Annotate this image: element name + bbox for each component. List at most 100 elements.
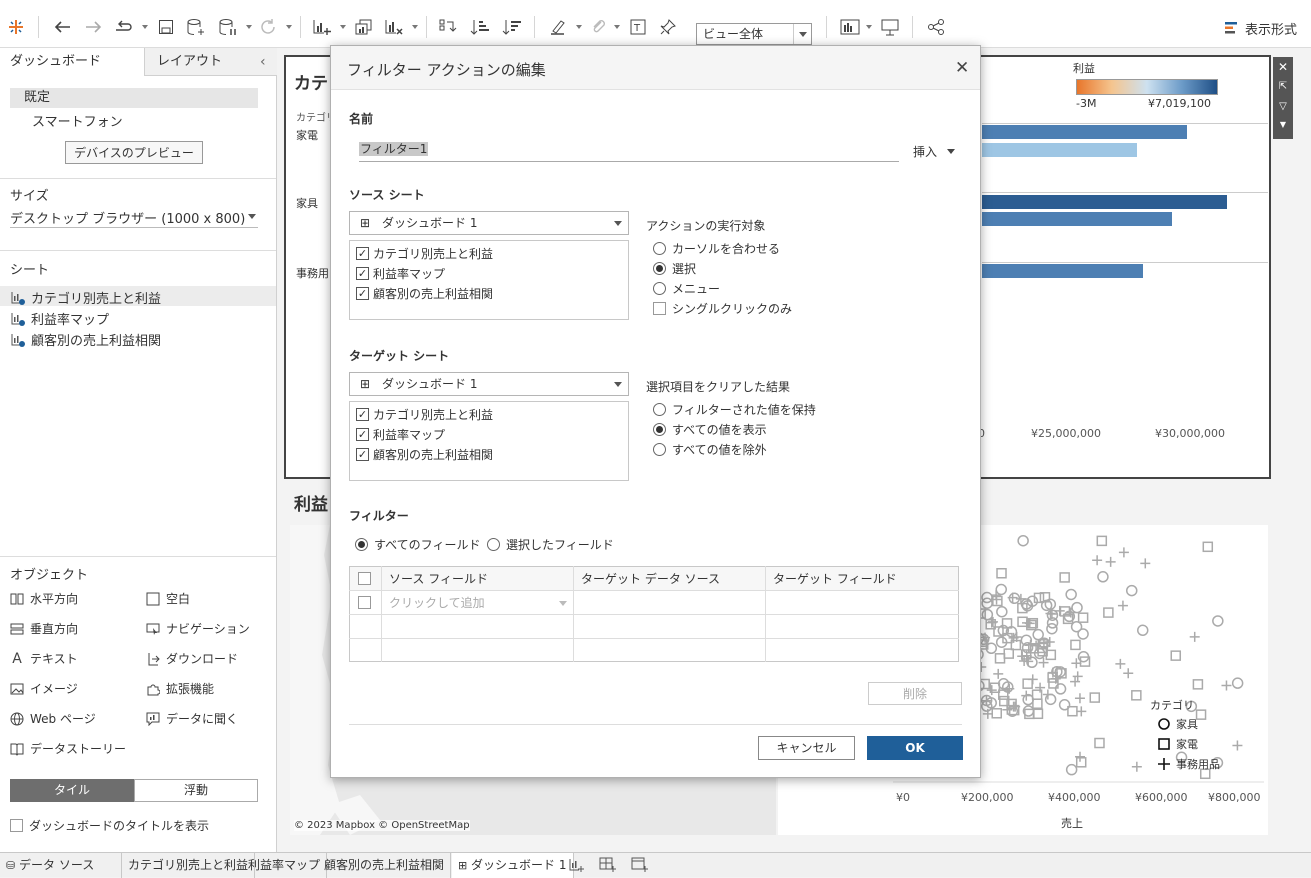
scatter-point-plus[interactable] xyxy=(1117,600,1128,611)
tile-button[interactable]: タイル xyxy=(10,779,134,802)
scatter-point-circle[interactable] xyxy=(1058,699,1071,711)
checkbox[interactable] xyxy=(653,302,666,315)
scatter-point-plus[interactable] xyxy=(1118,547,1129,558)
scatter-point-square[interactable] xyxy=(991,708,1002,719)
source-sheet-select[interactable]: ⊞ ダッシュボード 1 xyxy=(349,211,629,235)
scatter-point-square[interactable] xyxy=(1032,708,1044,720)
cancel-button[interactable]: キャンセル xyxy=(758,736,855,760)
fit-view-select[interactable]: ビュー全体 xyxy=(696,23,812,45)
new-dashboard-tab-icon[interactable] xyxy=(599,857,617,873)
scatter-point-plus[interactable] xyxy=(1035,682,1046,693)
target-sheet-item[interactable]: ✓ カテゴリ別売上と利益 xyxy=(356,406,493,423)
object-ask-data[interactable]: データに聞く xyxy=(146,710,238,727)
new-worksheet-icon[interactable] xyxy=(310,15,334,39)
presentation-mode-icon[interactable] xyxy=(878,15,902,39)
scatter-point-plus[interactable] xyxy=(1189,631,1200,642)
sheet-item[interactable]: 顧客別の売上利益相関 xyxy=(10,330,161,349)
checkbox-checked[interactable]: ✓ xyxy=(356,247,369,260)
scatter-point-plus[interactable] xyxy=(1092,555,1103,566)
show-mark-labels-icon[interactable]: T xyxy=(626,15,650,39)
new-worksheet-tab-icon[interactable] xyxy=(568,857,586,873)
checkbox[interactable] xyxy=(10,819,23,832)
scatter-point-circle[interactable] xyxy=(981,608,994,621)
scatter-point-circle[interactable] xyxy=(1065,588,1077,601)
scatter-point-square[interactable] xyxy=(1192,679,1204,690)
sheet-item[interactable]: カテゴリ別売上と利益 xyxy=(10,288,161,307)
tab-dashboard[interactable]: ダッシュボード xyxy=(0,48,144,76)
radio-selected[interactable] xyxy=(653,423,666,436)
close-icon[interactable]: ✕ xyxy=(1273,57,1293,77)
sort-descending-icon[interactable] xyxy=(500,15,524,39)
checkbox[interactable] xyxy=(358,596,371,609)
scatter-point-square[interactable] xyxy=(1096,535,1108,547)
object-extension[interactable]: 拡張機能 xyxy=(146,680,214,697)
bar[interactable] xyxy=(982,212,1172,226)
object-horizontal[interactable]: 水平方向 xyxy=(10,590,78,607)
object-data-story[interactable]: データストーリー xyxy=(10,740,126,757)
bar[interactable] xyxy=(982,143,1137,157)
scatter-point-plus[interactable] xyxy=(1115,658,1126,669)
scatter-point-circle[interactable] xyxy=(1071,601,1083,614)
checkbox-checked[interactable]: ✓ xyxy=(356,448,369,461)
scatter-point-plus[interactable] xyxy=(993,668,1004,679)
source-sheet-item[interactable]: ✓ 利益率マップ xyxy=(356,265,445,282)
run-on-hover[interactable]: カーソルを合わせる xyxy=(653,240,780,257)
delete-button[interactable]: 削除 xyxy=(868,682,962,705)
checkbox-checked[interactable]: ✓ xyxy=(356,267,369,280)
collapse-pane-icon[interactable]: ‹ xyxy=(260,54,266,70)
scatter-point-square[interactable] xyxy=(994,653,1006,664)
scatter-point-square[interactable] xyxy=(992,595,1003,607)
device-default[interactable]: 既定 xyxy=(10,88,258,108)
scatter-point-square[interactable] xyxy=(1089,692,1101,703)
save-icon[interactable] xyxy=(154,15,178,39)
checkbox-checked[interactable]: ✓ xyxy=(356,287,369,300)
scatter-point-plus[interactable] xyxy=(1027,674,1038,685)
filter-all-fields[interactable]: すべてのフィールド xyxy=(355,536,480,553)
redo-icon[interactable] xyxy=(82,15,106,39)
tab-sheet[interactable]: カテゴリ別売上と利益 xyxy=(122,853,256,878)
radio-selected[interactable] xyxy=(653,262,666,275)
tab-layout[interactable]: レイアウト xyxy=(144,48,277,76)
scatter-point-square[interactable] xyxy=(1017,616,1028,628)
target-sheet-item[interactable]: ✓ 利益率マップ xyxy=(356,426,445,443)
show-cards-icon[interactable] xyxy=(838,15,862,39)
scatter-point-plus[interactable] xyxy=(1221,680,1232,691)
scatter-point-square[interactable] xyxy=(1022,678,1033,689)
scatter-point-square[interactable] xyxy=(1077,612,1089,623)
single-click-checkbox[interactable]: シングルクリックのみ xyxy=(653,300,792,317)
clear-keep-filter[interactable]: フィルターされた値を保持 xyxy=(653,401,816,418)
source-sheet-item[interactable]: ✓ カテゴリ別売上と利益 xyxy=(356,245,493,262)
highlight-icon[interactable] xyxy=(546,15,570,39)
scatter-point-circle[interactable] xyxy=(1212,615,1224,627)
scatter-point-plus[interactable] xyxy=(1074,693,1085,704)
scatter-point-circle[interactable] xyxy=(1017,534,1029,547)
radio[interactable] xyxy=(653,403,666,416)
scatter-point-square[interactable] xyxy=(1032,698,1043,709)
ok-button[interactable]: OK xyxy=(867,736,963,760)
scatter-point-square[interactable] xyxy=(1202,541,1214,553)
scatter-point-plus[interactable] xyxy=(1076,706,1087,717)
show-title-checkbox[interactable]: ダッシュボードのタイトルを表示 xyxy=(10,817,209,834)
tab-data-source[interactable]: ⛁ データ ソース xyxy=(0,853,122,878)
scatter-point-circle[interactable] xyxy=(996,605,1008,618)
scatter-point-square[interactable] xyxy=(1094,737,1105,749)
device-phone[interactable]: スマートフォン xyxy=(32,111,123,130)
duplicate-sheet-icon[interactable] xyxy=(352,15,376,39)
share-icon[interactable] xyxy=(924,15,948,39)
swap-rows-columns-icon[interactable] xyxy=(436,15,460,39)
scatter-point-square[interactable] xyxy=(1070,639,1081,651)
object-webpage[interactable]: Web ページ xyxy=(10,710,96,727)
scatter-point-square[interactable] xyxy=(1103,607,1114,618)
scatter-point-plus[interactable] xyxy=(1042,689,1053,700)
scatter-point-circle[interactable] xyxy=(1136,624,1149,637)
name-input[interactable]: フィルター1 xyxy=(359,140,899,162)
scatter-point-square[interactable] xyxy=(1170,650,1182,661)
target-sheet-item[interactable]: ✓ 顧客別の売上利益相関 xyxy=(356,446,493,463)
scatter-point-square[interactable] xyxy=(1003,648,1015,659)
radio[interactable] xyxy=(487,538,500,551)
target-sheet-select[interactable]: ⊞ ダッシュボード 1 xyxy=(349,372,629,396)
go-to-sheet-icon[interactable]: ⇱ xyxy=(1273,77,1293,97)
replay-icon[interactable] xyxy=(112,15,136,39)
scatter-point-plus[interactable] xyxy=(1123,668,1134,679)
scatter-point-circle[interactable] xyxy=(1065,763,1078,776)
